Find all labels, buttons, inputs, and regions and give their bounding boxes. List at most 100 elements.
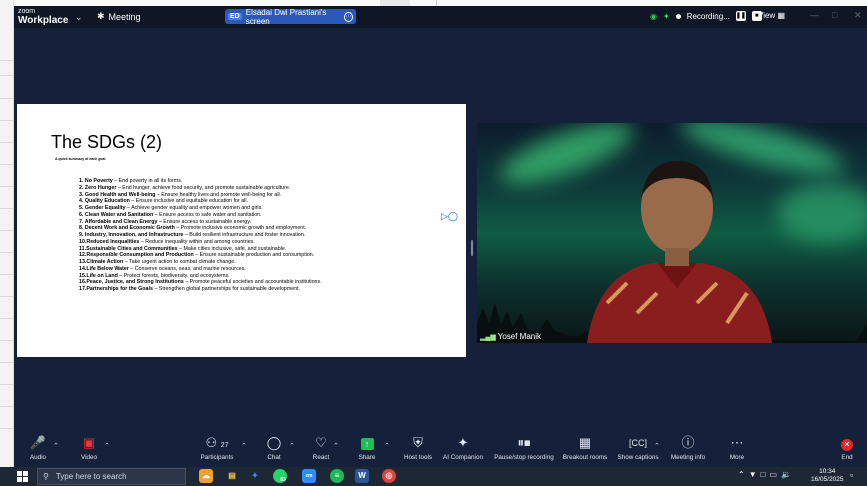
pause-recording-button[interactable]: ❚❚ <box>735 11 746 21</box>
sdg-goal-description: – Achieve gender equality and empower wo… <box>125 205 263 211</box>
location-icon[interactable]: ▼ <box>749 470 757 479</box>
chrome-icon[interactable]: ◎ <box>382 469 396 483</box>
recording-dot-icon <box>675 13 681 19</box>
close-icon[interactable]: ✕ <box>854 10 862 21</box>
search-placeholder: Type here to search <box>55 472 127 481</box>
end-button[interactable]: ✕ End <box>837 433 857 463</box>
meeting-info-button[interactable]: ⓘ Meeting info <box>669 433 707 463</box>
windows-start-icon[interactable] <box>17 471 28 482</box>
chat-options-chevron-icon[interactable]: ⌃ <box>289 442 295 450</box>
sdg-list-item: 10.Reduced Inequalities – Reduce inequal… <box>79 239 322 246</box>
more-button[interactable]: ⋯ More <box>726 433 748 463</box>
audio-options-chevron-icon[interactable]: ⌃ <box>53 442 59 450</box>
chat-icon: ◯ <box>266 435 282 450</box>
sdg-list-item: 5. Gender Equality – Achieve gender equa… <box>79 205 322 212</box>
signal-bars-icon: ▂▄▆ <box>480 333 496 341</box>
sdg-goal-name: 16.Peace, Justice, and Strong Institutio… <box>79 279 184 286</box>
grid-icon: ▦ <box>777 11 785 20</box>
more-options-icon[interactable]: ⋯ <box>343 11 353 22</box>
sdg-goal-description: – Reduce inequality within and among cou… <box>139 238 255 245</box>
ai-companion-button[interactable]: ✦ AI Companion <box>441 433 485 463</box>
chat-button[interactable]: ◯ Chat <box>262 433 286 463</box>
share-options-chevron-icon[interactable]: ⌃ <box>384 442 390 450</box>
breakout-rooms-button[interactable]: ▦ Breakout rooms <box>561 433 609 463</box>
monitor-icon[interactable]: ▭ <box>769 470 777 479</box>
sdg-goal-description: – Protect forests, biodiversity, and eco… <box>117 272 230 279</box>
sdg-list-item: 16.Peace, Justice, and Strong Institutio… <box>79 279 322 286</box>
camera-off-icon: ▣ <box>82 435 96 450</box>
chevron-down-icon[interactable]: ⌄ <box>75 12 83 23</box>
sdg-list-item: 8. Decent Work and Economic Growth – Pro… <box>79 225 322 232</box>
sdg-list-item: 14.Life Below Water – Conserve oceans, s… <box>79 266 322 273</box>
sparkle-icon: ✦ <box>457 435 469 450</box>
mouse-cursor-icon: ▷◯ <box>441 211 458 221</box>
sdg-goal-description: – Ensure inclusive and equitable educati… <box>129 198 249 205</box>
sdg-goal-name: 17.Partnerships for the Goals <box>79 286 153 292</box>
participant-count: 27 <box>220 442 229 449</box>
participant-name: Yosef Manik <box>497 332 542 341</box>
sdg-goal-name: 4. Quality Education <box>79 198 130 205</box>
sdg-goal-description: – Promote peaceful societies and account… <box>183 279 322 286</box>
sdg-goal-name: 15.Life on Land <box>79 272 118 279</box>
presenter-avatar: ED <box>228 13 242 20</box>
whatsapp-icon[interactable]: 83 <box>273 469 287 483</box>
sdg-goal-name: 5. Gender Equality <box>79 205 126 211</box>
sdg-list-item: 1. No Poverty – End poverty in all its f… <box>79 178 322 185</box>
sdg-goal-name: 3. Good Health and Well-being <box>79 191 156 198</box>
splitter-handle[interactable] <box>471 240 473 256</box>
tray-chevron-icon[interactable]: ⌃ <box>738 470 745 479</box>
aurora-glow <box>777 183 867 243</box>
audio-button[interactable]: 🎤 Audio <box>26 433 50 463</box>
slide-title: The SDGs (2) <box>51 132 163 152</box>
participant-video[interactable] <box>477 123 867 343</box>
sdg-goal-name: 9. Industry, Innovation, and Infrastruct… <box>79 232 184 238</box>
file-explorer-icon[interactable]: ▤ <box>225 469 239 483</box>
network-icon[interactable]: □ <box>761 470 766 479</box>
security-shield-icon[interactable]: ◉ <box>650 12 657 21</box>
participants-button[interactable]: ⚇ 27 Participants <box>194 433 240 463</box>
screen: zoom Workplace ⌄ ✱ Meeting ED Elsadai Dw… <box>0 0 867 486</box>
participants-options-chevron-icon[interactable]: ⌃ <box>241 442 247 450</box>
notification-icon[interactable]: ▫ <box>850 470 853 480</box>
word-icon[interactable]: W <box>355 469 369 483</box>
sdg-goal-description: – Promote inclusive economic growth and … <box>174 225 307 232</box>
meeting-menu[interactable]: ✱ Meeting <box>97 11 141 22</box>
ai-sparkle-icon[interactable]: ✦ <box>663 12 670 21</box>
taskbar-app-icon[interactable]: ✦ <box>248 469 262 483</box>
pause-recording-toolbar-button[interactable]: ⏸⏹ Pause/stop recording <box>492 433 556 463</box>
sdg-list-item: 17.Partnerships for the Goals – Strength… <box>79 286 322 293</box>
taskbar-search[interactable]: ⚲ Type here to search <box>37 468 186 485</box>
view-menu[interactable]: View ▦ <box>758 11 785 20</box>
react-button[interactable]: ♡ React <box>309 433 333 463</box>
sdg-goal-description: – End hunger, achieve food security, and… <box>116 184 291 191</box>
sdg-goal-description: – Ensure healthy lives and promote well-… <box>155 191 282 198</box>
screen-share-indicator[interactable]: ED Elsadai Dwi Prastiani's screen ⋯ <box>225 8 356 26</box>
heart-icon: ♡ <box>315 435 327 450</box>
slide-subtitle: A quick summary of each goal <box>55 157 106 161</box>
widgets-icon[interactable]: ☁ <box>199 469 213 483</box>
volume-icon[interactable]: 🔉 <box>781 470 791 479</box>
share-button[interactable]: ↑ Share <box>355 433 379 463</box>
zoom-app-icon[interactable]: zm <box>302 469 316 483</box>
react-options-chevron-icon[interactable]: ⌃ <box>333 442 339 450</box>
minimize-icon[interactable]: — <box>810 10 819 20</box>
clock-time: 10:34 <box>819 468 836 475</box>
video-options-chevron-icon[interactable]: ⌃ <box>104 442 110 450</box>
system-clock[interactable]: 10:34 16/05/2025 <box>811 468 844 484</box>
sdg-list-item: 12.Responsible Consumption and Productio… <box>79 252 322 259</box>
share-arrow-icon: ↑ <box>360 438 374 450</box>
sdg-goal-name: 7. Affordable and Clean Energy <box>79 218 158 225</box>
maximize-icon[interactable]: □ <box>832 10 837 20</box>
sdg-goal-description: – Conserve oceans, seas, and marine reso… <box>128 265 246 272</box>
host-tools-button[interactable]: ⛨ Host tools <box>401 433 435 463</box>
sdg-list-item: 6. Clean Water and Sanitation – Ensure a… <box>79 212 322 219</box>
search-icon: ⚲ <box>43 472 49 481</box>
captions-options-chevron-icon[interactable]: ⌃ <box>654 442 660 450</box>
spotify-icon[interactable]: ≡ <box>330 469 344 483</box>
sdg-goal-description: – Make cities inclusive, safe, and susta… <box>177 245 287 252</box>
shared-screen-slide: The SDGs (2) A quick summary of each goa… <box>17 104 466 357</box>
sdg-list-item: 11.Sustainable Cities and Communities – … <box>79 246 322 253</box>
info-icon: ⓘ <box>681 435 695 450</box>
video-button[interactable]: ▣ Video <box>76 433 102 463</box>
system-tray: ⌃ ▼ □ ▭ 🔉 <box>738 470 791 479</box>
